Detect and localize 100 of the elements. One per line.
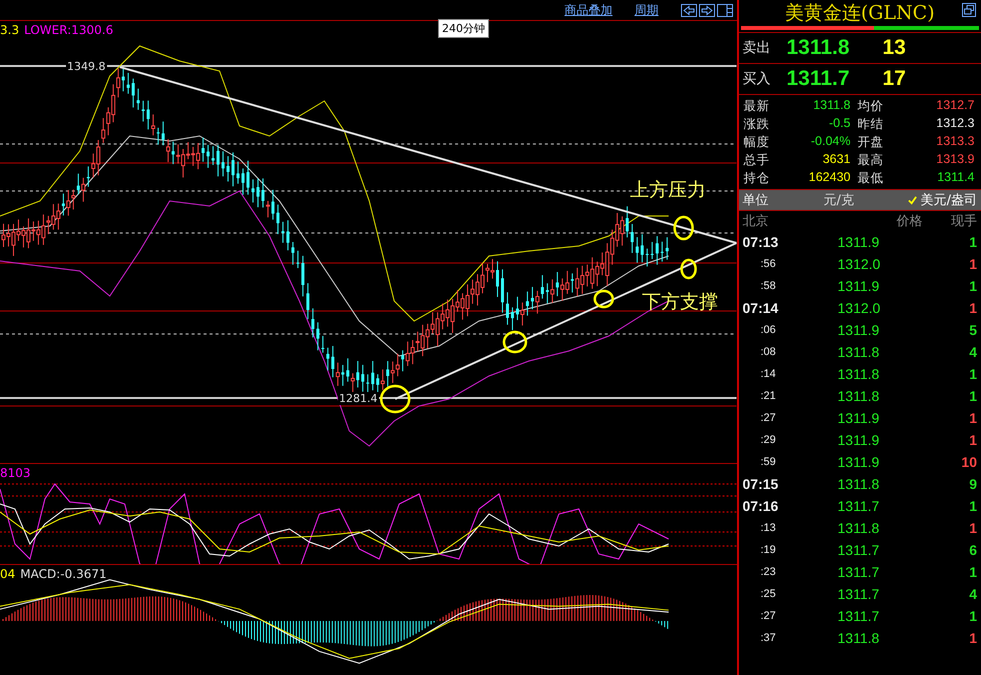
annotation-text: 上方压力	[630, 178, 706, 203]
trade-price: 1311.9	[838, 322, 880, 338]
trade-time: :21	[760, 390, 777, 402]
stat-value: -0.5	[828, 116, 852, 132]
stat-label: 昨结	[856, 116, 884, 133]
stat-value: 3631	[822, 152, 852, 168]
trade-volume: 6	[968, 542, 977, 558]
trade-price: 1311.8	[838, 366, 880, 382]
trade-time: :56	[760, 258, 777, 270]
stat-label: 涨跌	[742, 116, 770, 133]
price-label: 1349.8	[66, 60, 106, 73]
restore-window-icon[interactable]	[962, 3, 976, 17]
stat-label: 持仓	[742, 170, 770, 187]
trade-price: 1311.7	[838, 608, 880, 624]
trade-price: 1311.8	[838, 388, 880, 404]
stat-value: 162430	[808, 170, 852, 186]
bid-volume: 17	[882, 67, 906, 91]
trade-price: 1311.8	[838, 344, 880, 360]
trade-volume: 4	[968, 344, 977, 360]
stat-value: -0.04%	[810, 134, 852, 150]
trade-price: 1311.9	[838, 432, 880, 448]
right-arrow-icon[interactable]	[698, 4, 714, 16]
stat-value: 1313.3	[935, 134, 976, 150]
stat-label: 最高	[856, 152, 884, 169]
trade-time: :59	[760, 456, 777, 468]
stat-value: 1311.4	[936, 170, 976, 186]
toolbar-link[interactable]: 商品叠加	[564, 2, 612, 18]
trade-volume: 1	[968, 498, 977, 514]
trade-volume: 1	[968, 520, 977, 536]
trade-price: 1311.8	[838, 630, 880, 646]
trade-volume: 1	[968, 278, 977, 294]
bid-label: 买入	[742, 70, 772, 88]
trade-time: :37	[760, 632, 777, 644]
ask-volume: 13	[882, 36, 906, 60]
trade-volume: 1	[968, 300, 977, 316]
indicator-legend: MACD:-0.3671	[20, 567, 107, 581]
annotation-text: 下方支撑	[642, 290, 718, 315]
trade-volume: 1	[968, 366, 977, 382]
trade-volume: 10	[960, 454, 977, 470]
stat-label: 总手	[742, 152, 770, 169]
trade-volume: 1	[968, 410, 977, 426]
stat-label: 幅度	[742, 134, 770, 151]
unit-label: 单位	[742, 192, 770, 209]
trade-time: :25	[760, 588, 777, 600]
highlight-circle	[673, 216, 694, 240]
trade-price: 1311.8	[838, 476, 880, 492]
trade-time: 07:14	[742, 300, 780, 316]
trade-price: 1311.7	[838, 498, 880, 514]
trade-volume: 1	[968, 234, 977, 250]
trade-price: 1312.0	[838, 256, 882, 272]
indicator-legend: 8103	[0, 466, 31, 480]
toolbar-link[interactable]: 周期	[634, 2, 658, 18]
stat-value: 1313.9	[935, 152, 976, 168]
trade-price: 1311.9	[838, 454, 880, 470]
trade-price: 1311.7	[838, 542, 880, 558]
trade-time: :06	[760, 324, 777, 336]
instrument-title: 美黄金连(GLNC)	[784, 1, 935, 26]
trade-price: 1311.7	[838, 564, 880, 580]
trade-time: :08	[760, 346, 777, 358]
trade-time: :27	[760, 610, 777, 622]
stat-label: 最新	[742, 98, 770, 115]
highlight-circle	[502, 330, 528, 354]
trade-time: :14	[760, 368, 777, 380]
trade-time: :19	[760, 544, 777, 556]
bid-price: 1311.7	[786, 67, 851, 91]
panel-icon[interactable]	[716, 4, 732, 16]
stat-value: 1311.8	[812, 98, 852, 114]
trade-volume: 1	[968, 564, 977, 580]
ask-price: 1311.8	[786, 36, 851, 60]
trade-time: :27	[760, 412, 777, 424]
indicator-legend: 04	[0, 567, 16, 581]
trade-price: 1311.8	[838, 520, 880, 536]
trade-price: 1311.9	[838, 278, 880, 294]
stat-value: 1312.7	[935, 98, 976, 114]
trade-time: :23	[760, 566, 777, 578]
unit-option[interactable]: 美元/盎司	[906, 191, 977, 209]
ask-label: 卖出	[742, 39, 772, 57]
left-arrow-icon[interactable]	[680, 4, 696, 16]
period-label: 240分钟	[438, 19, 489, 38]
trade-volume: 1	[968, 608, 977, 624]
trade-volume: 1	[968, 630, 977, 646]
highlight-circle	[680, 258, 697, 280]
price-label: 1281.4	[338, 392, 378, 405]
unit-option[interactable]: 元/克	[812, 191, 854, 209]
trade-time: 07:16	[742, 498, 780, 514]
column-header: 价格	[896, 213, 922, 230]
highlight-circle	[380, 384, 410, 414]
trade-volume: 9	[968, 476, 977, 492]
trade-time: 07:13	[742, 234, 780, 250]
trade-volume: 4	[968, 586, 977, 602]
trade-time: :13	[760, 522, 777, 534]
indicator-legend: LOWER:1300.6	[24, 23, 114, 37]
trade-time: :29	[760, 434, 777, 446]
column-header: 现手	[950, 213, 977, 230]
column-header: 北京	[742, 213, 770, 230]
highlight-circle	[594, 290, 614, 308]
trade-volume: 1	[968, 256, 977, 272]
stat-value: 1312.3	[935, 116, 976, 132]
check-icon	[908, 196, 917, 204]
trade-price: 1311.9	[838, 234, 880, 250]
